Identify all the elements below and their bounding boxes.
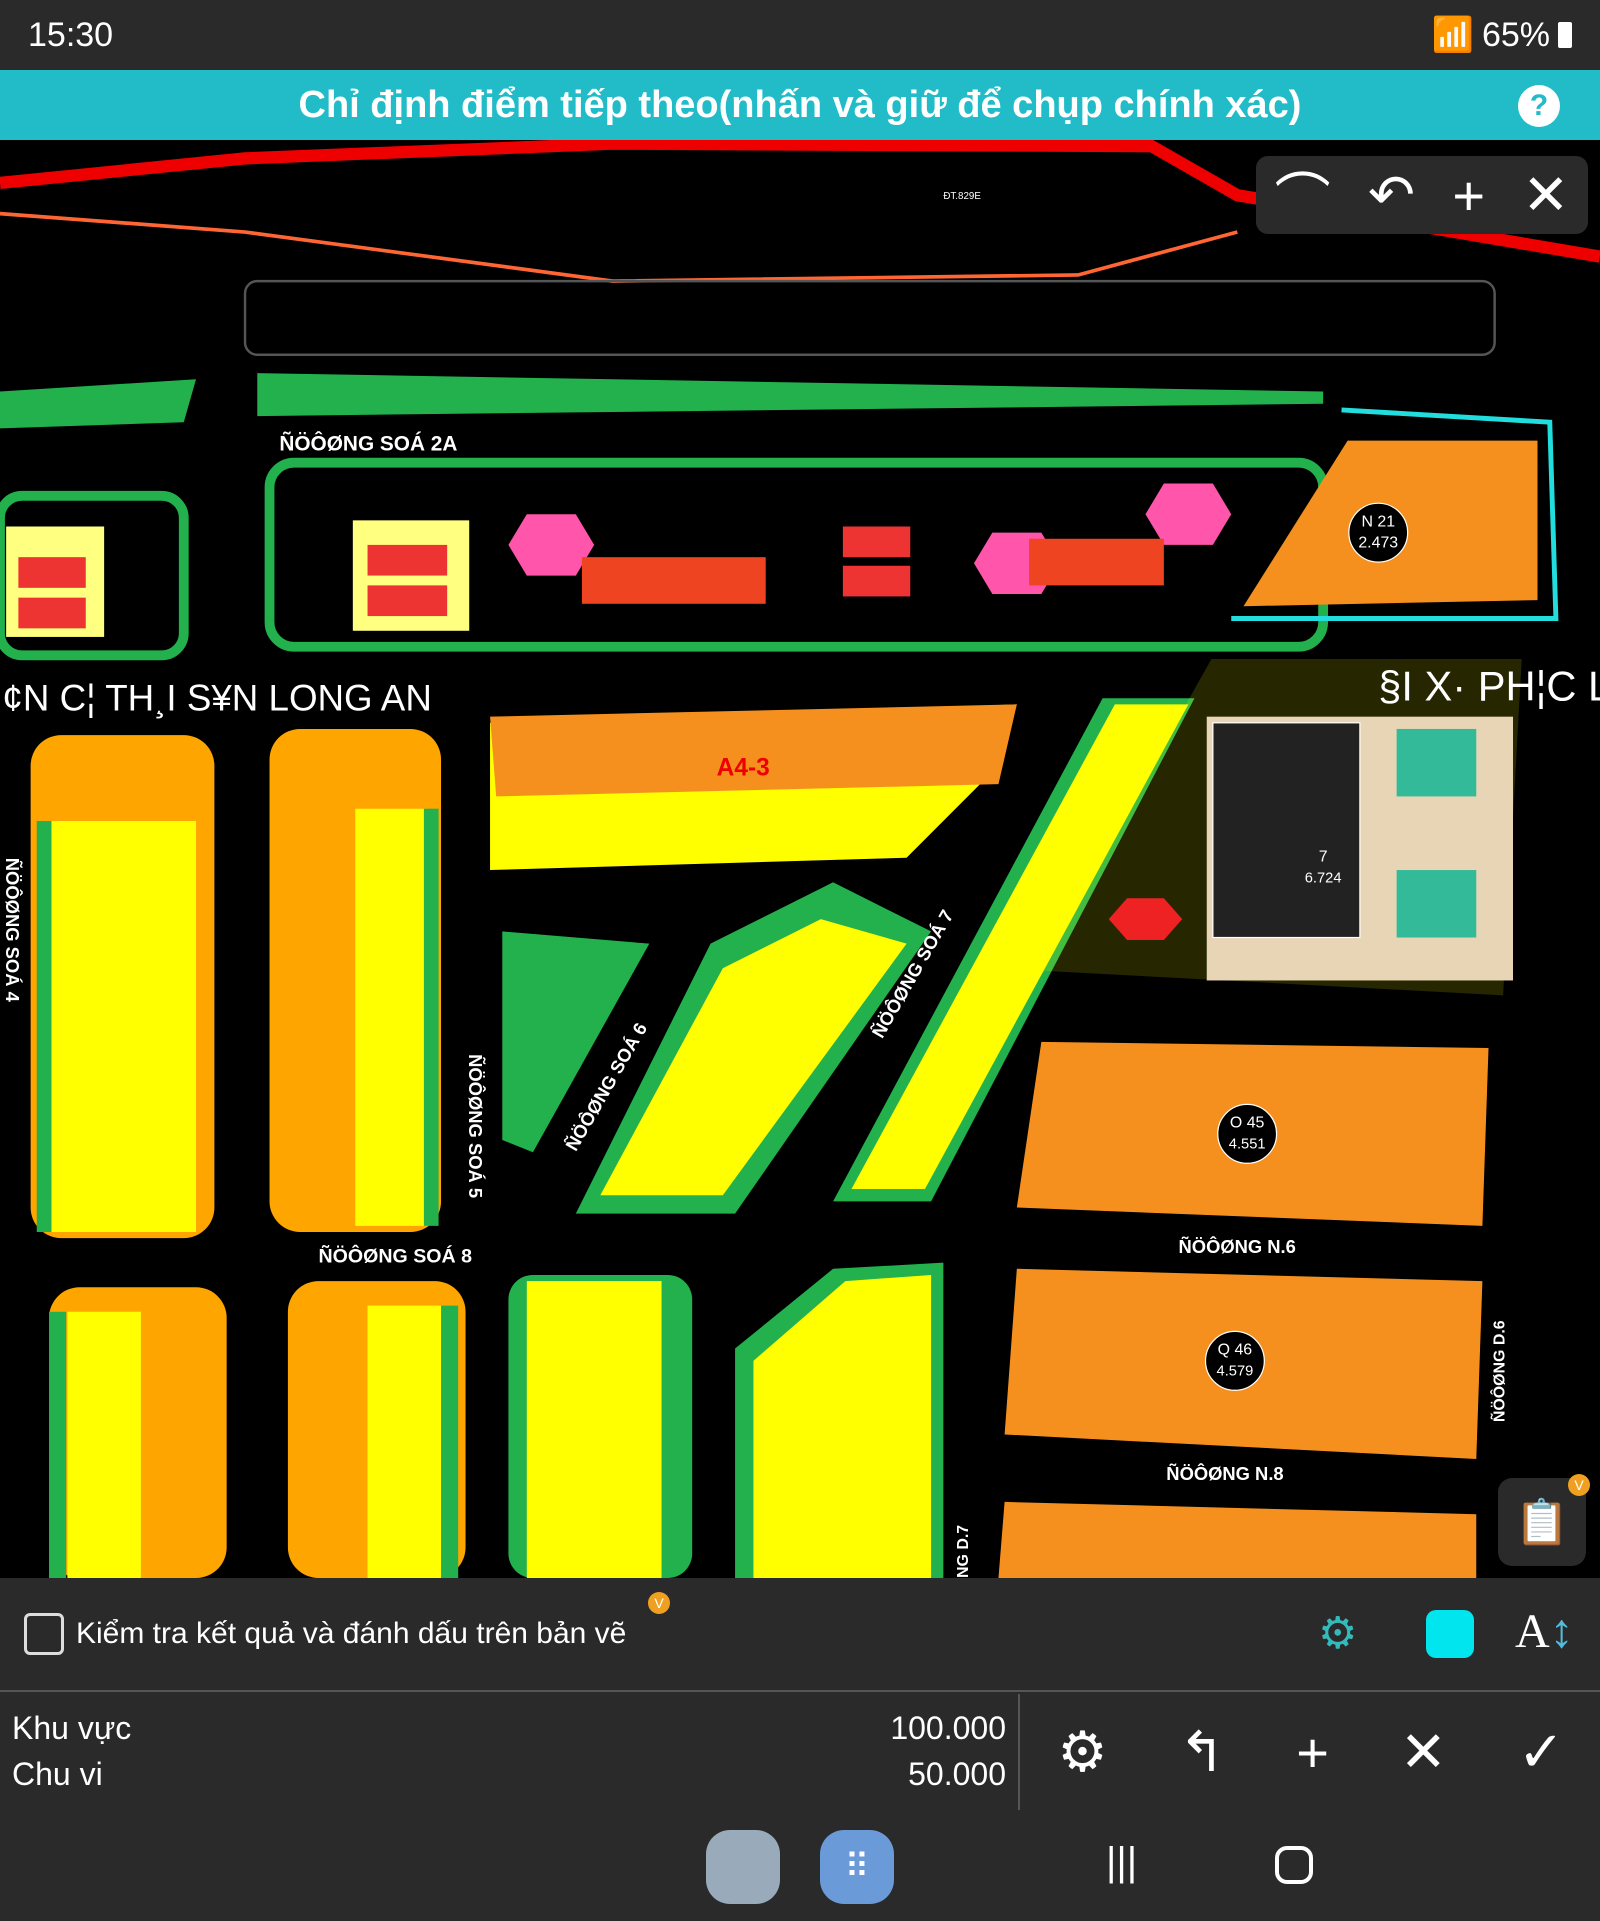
perimeter-value: 50.000 [908, 1756, 1006, 1792]
question-icon[interactable]: ? [1518, 85, 1560, 127]
app-drawer-icon[interactable]: ⠿ [820, 1830, 894, 1904]
check-result-row: Kiểm tra kết quả và đánh dấu trên bản vẽ… [0, 1578, 1600, 1692]
road-label: ÑÖÔØNG N.6 [1179, 1236, 1296, 1257]
back-icon[interactable]: ↰ [1178, 1719, 1225, 1785]
check-result-label[interactable]: Kiểm tra kết quả và đánh dấu trên bản vẽ [76, 1617, 626, 1651]
badge: V [648, 1592, 670, 1614]
battery-icon [1558, 22, 1572, 48]
school-label: §I X· PH¦C L [1378, 663, 1600, 710]
road-label: ĐT.829E [943, 191, 981, 202]
area-title: ¢N C¦ TH¸I S¥N LONG AN [2, 678, 431, 719]
drawing-toolbar: ⌒ ↶ + ✕ [1256, 156, 1588, 234]
lot-label: Q 46 [1218, 1342, 1253, 1359]
recents-icon[interactable]: ||| [1106, 1840, 1137, 1885]
home-icon[interactable] [1275, 1846, 1313, 1884]
field-label: 7 [1319, 848, 1328, 865]
instruction-text: Chỉ định điểm tiếp theo(nhấn và giữ để c… [298, 83, 1302, 126]
text-size-icon[interactable]: A↕ [1515, 1604, 1574, 1659]
area-label: Khu vực [12, 1710, 132, 1746]
lot-area: 4.551 [1229, 1137, 1266, 1153]
calendar-button[interactable]: 📋 V [1498, 1474, 1590, 1566]
status-bar: 15:30 📶 65% [0, 0, 1600, 70]
undo-icon[interactable]: ↶ [1368, 162, 1415, 228]
calendar-icon: 📋 [1514, 1498, 1570, 1547]
instruction-bar: Chỉ định điểm tiếp theo(nhấn và giữ để c… [0, 70, 1600, 140]
area-value: 100.000 [890, 1710, 1006, 1746]
road-label: ÑÖÔØNG N.8 [1166, 1463, 1283, 1484]
battery-level: 65% [1481, 15, 1550, 54]
road-label: ÑÖÔØNG D.6 [1488, 1320, 1508, 1422]
lot-label: O 45 [1230, 1115, 1265, 1132]
road-label: ÑÖÔØNG SOÁ 2A [279, 431, 457, 455]
app-folder-icon[interactable] [706, 1830, 780, 1904]
lot-area: 2.473 [1358, 534, 1398, 551]
lot-label: N 21 [1361, 513, 1395, 530]
close-icon[interactable]: ✕ [1522, 162, 1569, 228]
system-nav-bar: ⠿ ||| [0, 1810, 1600, 1921]
field-area: 6.724 [1305, 870, 1342, 886]
measure-settings-icon[interactable]: ⚙ [1318, 1608, 1357, 1659]
road-label: NG D.7 [955, 1525, 972, 1578]
clock: 15:30 [28, 15, 114, 54]
plus-icon[interactable]: + [1296, 1720, 1329, 1785]
road-label: ÑÖÔØNG SOÁ 8 [319, 1244, 473, 1268]
lot-area: 4.579 [1217, 1364, 1254, 1380]
plus-icon[interactable]: + [1452, 163, 1485, 228]
action-bar: ⚙ ↰ + ✕ ✓ [1022, 1694, 1600, 1810]
color-swatch[interactable] [1426, 1610, 1474, 1658]
badge: V [1568, 1474, 1590, 1496]
road-label: ÑÖÔØNG SOÁ 5 [465, 1054, 486, 1198]
arc-icon[interactable]: ⌒ [1275, 155, 1331, 236]
cad-drawing-canvas[interactable]: N 21 2.473 ÑÖÔØNG SOÁ 2A ĐT.829E A4-3 7 … [0, 140, 1600, 1578]
close-icon[interactable]: ✕ [1400, 1719, 1447, 1785]
measurement-panel: Khu vực 100.000 Chu vi 50.000 [0, 1694, 1020, 1810]
road-label: ÑÖÔØNG SOÁ 4 [2, 858, 23, 1003]
check-result-checkbox[interactable] [24, 1613, 64, 1655]
perimeter-label: Chu vi [12, 1756, 103, 1792]
settings-icon[interactable]: ⚙ [1057, 1719, 1107, 1785]
wifi-icon: 📶 [1431, 16, 1474, 54]
check-icon[interactable]: ✓ [1518, 1719, 1565, 1785]
block-label: A4-3 [717, 755, 770, 782]
